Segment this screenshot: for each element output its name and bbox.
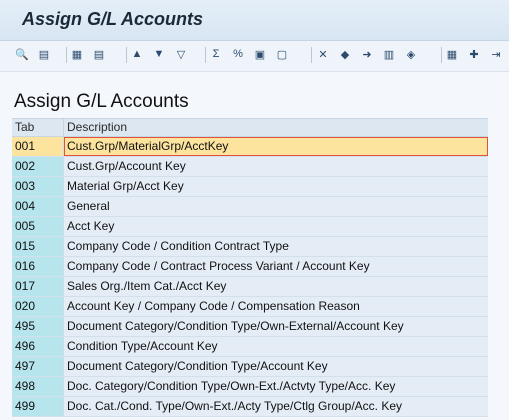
find-icon[interactable]: ▤ xyxy=(90,45,108,63)
toolbar-separator xyxy=(205,47,206,63)
description-cell[interactable]: Acct Key xyxy=(64,217,488,236)
sort-ascending-icon[interactable]: ▲ xyxy=(128,45,146,63)
table-row[interactable]: 002 Cust.Grp/Account Key xyxy=(12,157,488,177)
table-row[interactable]: 015 Company Code / Condition Contract Typ… xyxy=(12,237,488,257)
grid-icon[interactable]: ▦ xyxy=(443,45,461,63)
description-cell[interactable]: Document Category/Condition Type/Own-Ext… xyxy=(64,317,488,336)
description-cell[interactable]: Material Grp/Acct Key xyxy=(64,177,488,196)
tab-cell[interactable]: 004 xyxy=(12,197,64,216)
title-bar: Assign G/L Accounts xyxy=(0,0,509,41)
description-cell[interactable]: Account Key / Company Code / Compensatio… xyxy=(64,297,488,316)
column-header-tab[interactable]: Tab xyxy=(12,119,64,136)
sort-descending-icon[interactable]: ▼ xyxy=(150,45,168,63)
tab-cell[interactable]: 497 xyxy=(12,357,64,376)
window-title: Assign G/L Accounts xyxy=(22,9,204,29)
description-cell[interactable]: Document Category/Condition Type/Account… xyxy=(64,357,488,376)
choose-icon[interactable]: ▤ xyxy=(35,45,53,63)
table-row[interactable]: 496 Condition Type/Account Key xyxy=(12,337,488,357)
description-cell[interactable]: Doc. Category/Condition Type/Own-Ext./Ac… xyxy=(64,377,488,396)
filter-icon[interactable]: ▽ xyxy=(172,45,190,63)
page-title: Assign G/L Accounts xyxy=(14,91,189,112)
next-icon[interactable]: ⇥ xyxy=(487,45,505,63)
description-cell[interactable]: Sales Org./Item Cat./Acct Key xyxy=(64,277,488,296)
table-row[interactable]: 499 Doc. Cat./Cond. Type/Own-Ext./Acty Ty… xyxy=(12,397,488,417)
description-cell[interactable]: Company Code / Contract Process Variant … xyxy=(64,257,488,276)
tab-cell[interactable]: 002 xyxy=(12,157,64,176)
table-row[interactable]: 003 Material Grp/Acct Key xyxy=(12,177,488,197)
description-cell[interactable]: Doc. Cat./Cond. Type/Own-Ext./Acty Type/… xyxy=(64,397,488,416)
table-body: 001 Cust.Grp/MaterialGrp/AcctKey 002 Cust.G… xyxy=(12,137,488,417)
toolbar-separator xyxy=(441,47,442,63)
assignment-table: Tab Description 001 Cust.Grp/MaterialGrp/… xyxy=(12,118,488,417)
table-row[interactable]: 495 Document Category/Condition Type/Own-… xyxy=(12,317,488,337)
tab-cell[interactable]: 496 xyxy=(12,337,64,356)
more-icon[interactable]: ✚ xyxy=(465,45,483,63)
tab-cell[interactable]: 495 xyxy=(12,317,64,336)
table-header: Tab Description xyxy=(12,118,488,137)
table-row[interactable]: 001 Cust.Grp/MaterialGrp/AcctKey xyxy=(12,137,488,157)
tab-cell[interactable]: 499 xyxy=(12,397,64,416)
tab-cell[interactable]: 015 xyxy=(12,237,64,256)
graphic-icon[interactable]: ◆ xyxy=(336,45,354,63)
description-cell[interactable]: Cust.Grp/Account Key xyxy=(64,157,488,176)
abc-analysis-icon[interactable]: ◈ xyxy=(402,45,420,63)
tab-cell[interactable]: 020 xyxy=(12,297,64,316)
export-icon[interactable]: ▢ xyxy=(273,45,291,63)
sum-icon[interactable]: Σ xyxy=(207,45,225,63)
print-icon[interactable]: ▦ xyxy=(68,45,86,63)
table-row[interactable]: 017 Sales Org./Item Cat./Acct Key xyxy=(12,277,488,297)
table-row[interactable]: 004 General xyxy=(12,197,488,217)
table-row[interactable]: 020 Account Key / Company Code / Compensa… xyxy=(12,297,488,317)
tab-cell[interactable]: 016 xyxy=(12,257,64,276)
details-icon[interactable]: 🔍 xyxy=(13,45,31,63)
send-icon[interactable]: ➜ xyxy=(358,45,376,63)
table-row[interactable]: 498 Doc. Category/Condition Type/Own-Ext.… xyxy=(12,377,488,397)
description-cell[interactable]: General xyxy=(64,197,488,216)
description-cell[interactable]: Company Code / Condition Contract Type xyxy=(64,237,488,256)
column-header-description[interactable]: Description xyxy=(64,119,488,136)
table-row[interactable]: 497 Document Category/Condition Type/Acco… xyxy=(12,357,488,377)
excel-icon[interactable]: ✕ xyxy=(314,45,332,63)
toolbar: 🔍 ▤ ▦ ▤ ▲ ▼ ▽ Σ% ▣ ▢ ✕ ◆ ➜ ▥ ◈ ▦ ✚ ⇥ xyxy=(0,41,509,72)
description-cell[interactable]: Cust.Grp/MaterialGrp/AcctKey xyxy=(64,137,488,156)
word-processing-icon[interactable]: ▥ xyxy=(380,45,398,63)
tab-cell[interactable]: 005 xyxy=(12,217,64,236)
layout-icon[interactable]: ▣ xyxy=(251,45,269,63)
table-row[interactable]: 016 Company Code / Contract Process Varia… xyxy=(12,257,488,277)
subtotal-icon[interactable]: % xyxy=(229,45,247,63)
tab-cell[interactable]: 498 xyxy=(12,377,64,396)
tab-cell[interactable]: 001 xyxy=(12,137,64,156)
toolbar-separator xyxy=(126,47,127,63)
description-cell[interactable]: Condition Type/Account Key xyxy=(64,337,488,356)
tab-cell[interactable]: 017 xyxy=(12,277,64,296)
tab-cell[interactable]: 003 xyxy=(12,177,64,196)
table-row[interactable]: 005 Acct Key xyxy=(12,217,488,237)
toolbar-separator xyxy=(311,47,312,63)
toolbar-separator xyxy=(66,47,67,63)
